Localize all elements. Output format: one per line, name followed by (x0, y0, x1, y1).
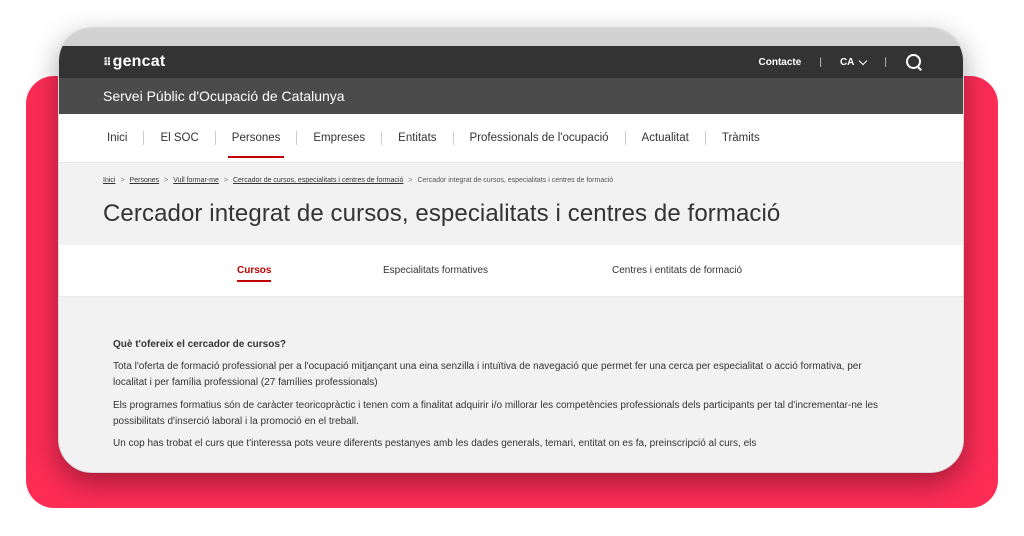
nav-item-persones[interactable]: Persones (227, 132, 285, 158)
breadcrumb-link-persones[interactable]: Persones (130, 177, 160, 184)
page-title: Cercador integrat de cursos, especialita… (103, 200, 781, 227)
content-paragraph: Els programes formatius són de caràcter … (113, 399, 879, 427)
nav-item-empreses[interactable]: Empreses (309, 132, 369, 144)
soc-title[interactable]: Servei Públic d'Ocupació de Catalunya (103, 88, 345, 104)
nav-item-professionals[interactable]: Professionals de l'ocupació (466, 132, 613, 144)
breadcrumb-current: Cercador integrat de cursos, especialita… (417, 177, 614, 184)
breadcrumb-link-cercador[interactable]: Cercador de cursos, especialitats i cent… (233, 177, 403, 184)
breadcrumb-link-inici[interactable]: Inici (103, 177, 115, 184)
breadcrumb-separator: > (408, 177, 413, 184)
chevron-down-icon (859, 56, 868, 65)
main-nav: Inici El SOC Persones Empreses Entitats … (59, 114, 963, 163)
nav-item-inici[interactable]: Inici (103, 132, 131, 144)
search-icon[interactable] (905, 53, 923, 71)
top-actions: Contacte | CA | (759, 53, 923, 71)
language-label: CA (839, 56, 855, 68)
content-paragraph: Tota l'oferta de formació professional p… (113, 361, 862, 389)
nav-separator (381, 131, 383, 145)
breadcrumb-separator: > (223, 177, 228, 184)
nav-separator (143, 131, 145, 145)
top-separator-2: | (884, 56, 887, 68)
soc-header: Servei Públic d'Ocupació de Catalunya (59, 78, 963, 114)
main-content: Què t'ofereix el cercador de cursos? Tot… (59, 297, 963, 472)
window-top-strip (59, 28, 963, 46)
nav-separator (704, 131, 706, 145)
top-separator: | (819, 56, 822, 68)
nav-separator (624, 131, 626, 145)
breadcrumb-separator: > (164, 177, 169, 184)
language-selector[interactable]: CA (839, 56, 868, 68)
breadcrumb-separator: > (120, 177, 125, 184)
gencat-logo-icon: ⠿ (103, 56, 112, 69)
page-header: Inici > Persones > Vull formar-me > Cerc… (59, 163, 963, 245)
browser-frame: ⠿ gencat Contacte | CA | Servei Públic d… (58, 27, 964, 473)
breadcrumb-link-vull-formar-me[interactable]: Vull formar-me (173, 177, 219, 184)
gencat-header: ⠿ gencat Contacte | CA | (59, 46, 963, 78)
tab-especialitats-formatives[interactable]: Especialitats formatives (383, 265, 488, 276)
nav-item-entitats[interactable]: Entitats (394, 132, 440, 144)
breadcrumb: Inici > Persones > Vull formar-me > Cerc… (103, 177, 919, 184)
contact-link[interactable]: Contacte (759, 57, 802, 68)
nav-separator (452, 131, 454, 145)
gencat-logo[interactable]: ⠿ gencat (103, 53, 165, 71)
content-heading: Què t'ofereix el cercador de cursos? (113, 339, 286, 350)
nav-item-actualitat[interactable]: Actualitat (638, 132, 693, 144)
nav-separator (296, 131, 298, 145)
gencat-logo-text: gencat (112, 53, 166, 70)
tab-bar: Cursos Especialitats formatives Centres … (59, 245, 963, 297)
nav-item-tramits[interactable]: Tràmits (718, 132, 764, 144)
tab-centres-entitats[interactable]: Centres i entitats de formació (612, 265, 742, 276)
nav-item-el-soc[interactable]: El SOC (156, 132, 202, 144)
tab-cursos[interactable]: Cursos (237, 265, 272, 282)
nav-separator (214, 131, 216, 145)
content-paragraph: Un cop has trobat el curs que t'interess… (113, 437, 757, 449)
